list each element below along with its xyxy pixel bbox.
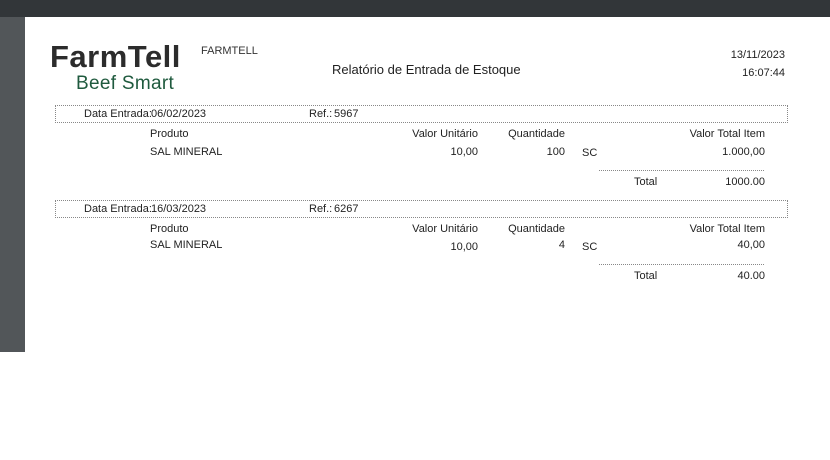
col-header-valor-total-item: Valor Total Item	[689, 223, 765, 235]
total-label: Total	[634, 270, 658, 282]
entry-ref-value: 6267	[334, 203, 359, 215]
col-header-produto: Produto	[150, 223, 189, 235]
col-header-quantidade: Quantidade	[508, 128, 565, 140]
report-page: FarmTell Beef Smart FARMTELL Relatório d…	[25, 17, 830, 352]
entry-ref-label: Ref.:	[309, 108, 333, 120]
item-total-value: 40,00	[737, 239, 765, 251]
col-header-quantidade: Quantidade	[508, 223, 565, 235]
item-unit-value: 10,00	[450, 146, 478, 158]
total-divider	[599, 264, 764, 265]
col-header-produto: Produto	[150, 128, 189, 140]
col-header-valor-total-item: Valor Total Item	[689, 128, 765, 140]
entry-date-label: Data Entrada:	[84, 108, 152, 120]
total-label: Total	[634, 176, 658, 188]
viewer-toolbar	[0, 0, 830, 17]
item-quantity: 4	[558, 239, 565, 251]
col-header-valor-unitario: Valor Unitário	[412, 128, 478, 140]
entry-date-value: 06/02/2023	[151, 108, 207, 120]
item-unit: SC	[582, 147, 598, 159]
report-title: Relatório de Entrada de Estoque	[332, 62, 521, 77]
item-product: SAL MINERAL	[150, 146, 223, 158]
col-header-valor-unitario: Valor Unitário	[412, 223, 478, 235]
report-date: 13/11/2023	[730, 49, 785, 61]
total-value: 40.00	[737, 270, 765, 282]
total-value: 1000.00	[725, 176, 765, 188]
entry-date-value: 16/03/2023	[151, 203, 207, 215]
company-name: FARMTELL	[201, 45, 258, 57]
total-divider	[599, 170, 764, 171]
report-time: 16:07:44	[742, 67, 785, 79]
logo-main-text: FarmTell	[50, 39, 181, 74]
item-product: SAL MINERAL	[150, 239, 223, 251]
item-total-value: 1.000,00	[722, 146, 765, 158]
blank-area	[0, 352, 830, 460]
item-quantity: 100	[546, 146, 565, 158]
logo-sub-text: Beef Smart	[76, 73, 175, 94]
entry-ref-label: Ref.:	[309, 203, 333, 215]
entry-ref-value: 5967	[334, 108, 359, 120]
item-unit-value: 10,00	[450, 241, 478, 253]
item-unit: SC	[582, 241, 598, 253]
entry-date-label: Data Entrada:	[84, 203, 152, 215]
